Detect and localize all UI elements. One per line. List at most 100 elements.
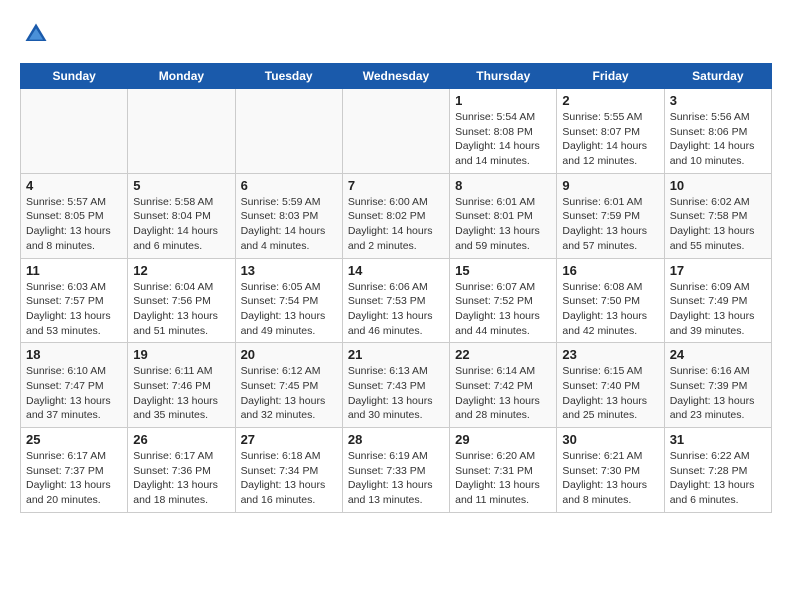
day-number: 21 <box>348 347 444 362</box>
day-number: 9 <box>562 178 658 193</box>
day-number: 11 <box>26 263 122 278</box>
day-cell-6: 6 Sunrise: 5:59 AMSunset: 8:03 PMDaylight… <box>235 173 342 258</box>
logo <box>20 20 50 53</box>
page-header <box>20 20 772 53</box>
day-number: 22 <box>455 347 551 362</box>
day-number: 8 <box>455 178 551 193</box>
week-row-1: 1 Sunrise: 5:54 AMSunset: 8:08 PMDaylight… <box>21 89 772 174</box>
day-info: Sunrise: 6:19 AMSunset: 7:33 PMDaylight:… <box>348 449 444 508</box>
day-cell-2: 2 Sunrise: 5:55 AMSunset: 8:07 PMDaylight… <box>557 89 664 174</box>
day-cell-10: 10 Sunrise: 6:02 AMSunset: 7:58 PMDayligh… <box>664 173 771 258</box>
day-cell-9: 9 Sunrise: 6:01 AMSunset: 7:59 PMDaylight… <box>557 173 664 258</box>
day-number: 30 <box>562 432 658 447</box>
day-cell-12: 12 Sunrise: 6:04 AMSunset: 7:56 PMDayligh… <box>128 258 235 343</box>
day-cell-15: 15 Sunrise: 6:07 AMSunset: 7:52 PMDayligh… <box>450 258 557 343</box>
day-cell-7: 7 Sunrise: 6:00 AMSunset: 8:02 PMDaylight… <box>342 173 449 258</box>
day-cell-31: 31 Sunrise: 6:22 AMSunset: 7:28 PMDayligh… <box>664 428 771 513</box>
day-cell-24: 24 Sunrise: 6:16 AMSunset: 7:39 PMDayligh… <box>664 343 771 428</box>
day-number: 12 <box>133 263 229 278</box>
week-row-2: 4 Sunrise: 5:57 AMSunset: 8:05 PMDaylight… <box>21 173 772 258</box>
empty-cell <box>342 89 449 174</box>
day-cell-25: 25 Sunrise: 6:17 AMSunset: 7:37 PMDayligh… <box>21 428 128 513</box>
day-cell-26: 26 Sunrise: 6:17 AMSunset: 7:36 PMDayligh… <box>128 428 235 513</box>
weekday-wednesday: Wednesday <box>342 64 449 89</box>
day-number: 13 <box>241 263 337 278</box>
day-number: 14 <box>348 263 444 278</box>
day-info: Sunrise: 6:20 AMSunset: 7:31 PMDaylight:… <box>455 449 551 508</box>
day-cell-11: 11 Sunrise: 6:03 AMSunset: 7:57 PMDayligh… <box>21 258 128 343</box>
day-number: 6 <box>241 178 337 193</box>
day-number: 3 <box>670 93 766 108</box>
week-row-3: 11 Sunrise: 6:03 AMSunset: 7:57 PMDayligh… <box>21 258 772 343</box>
day-number: 10 <box>670 178 766 193</box>
day-number: 16 <box>562 263 658 278</box>
day-info: Sunrise: 6:03 AMSunset: 7:57 PMDaylight:… <box>26 280 122 339</box>
day-number: 4 <box>26 178 122 193</box>
weekday-monday: Monday <box>128 64 235 89</box>
empty-cell <box>21 89 128 174</box>
weekday-saturday: Saturday <box>664 64 771 89</box>
day-cell-5: 5 Sunrise: 5:58 AMSunset: 8:04 PMDaylight… <box>128 173 235 258</box>
day-info: Sunrise: 6:13 AMSunset: 7:43 PMDaylight:… <box>348 364 444 423</box>
day-info: Sunrise: 6:09 AMSunset: 7:49 PMDaylight:… <box>670 280 766 339</box>
day-info: Sunrise: 6:01 AMSunset: 8:01 PMDaylight:… <box>455 195 551 254</box>
day-number: 17 <box>670 263 766 278</box>
day-info: Sunrise: 6:12 AMSunset: 7:45 PMDaylight:… <box>241 364 337 423</box>
weekday-sunday: Sunday <box>21 64 128 89</box>
day-info: Sunrise: 5:55 AMSunset: 8:07 PMDaylight:… <box>562 110 658 169</box>
day-info: Sunrise: 6:04 AMSunset: 7:56 PMDaylight:… <box>133 280 229 339</box>
week-row-4: 18Sunrise: 6:10 AMSunset: 7:47 PMDayligh… <box>21 343 772 428</box>
day-info: Sunrise: 6:22 AMSunset: 7:28 PMDaylight:… <box>670 449 766 508</box>
day-number: 26 <box>133 432 229 447</box>
day-cell-14: 14 Sunrise: 6:06 AMSunset: 7:53 PMDayligh… <box>342 258 449 343</box>
day-number: 19 <box>133 347 229 362</box>
calendar-table: SundayMondayTuesdayWednesdayThursdayFrid… <box>20 63 772 513</box>
day-number: 2 <box>562 93 658 108</box>
day-info: Sunrise: 6:00 AMSunset: 8:02 PMDaylight:… <box>348 195 444 254</box>
day-cell-29: 29Sunrise: 6:20 AMSunset: 7:31 PMDayligh… <box>450 428 557 513</box>
day-number: 7 <box>348 178 444 193</box>
day-info: Sunrise: 5:56 AMSunset: 8:06 PMDaylight:… <box>670 110 766 169</box>
day-info: Sunrise: 6:18 AMSunset: 7:34 PMDaylight:… <box>241 449 337 508</box>
day-info: Sunrise: 6:10 AMSunset: 7:47 PMDaylight:… <box>26 364 122 423</box>
day-info: Sunrise: 6:21 AMSunset: 7:30 PMDaylight:… <box>562 449 658 508</box>
day-info: Sunrise: 6:01 AMSunset: 7:59 PMDaylight:… <box>562 195 658 254</box>
day-cell-22: 22 Sunrise: 6:14 AMSunset: 7:42 PMDayligh… <box>450 343 557 428</box>
day-info: Sunrise: 5:54 AMSunset: 8:08 PMDaylight:… <box>455 110 551 169</box>
day-cell-3: 3 Sunrise: 5:56 AMSunset: 8:06 PMDaylight… <box>664 89 771 174</box>
week-row-5: 25 Sunrise: 6:17 AMSunset: 7:37 PMDayligh… <box>21 428 772 513</box>
day-number: 31 <box>670 432 766 447</box>
day-cell-23: 23Sunrise: 6:15 AMSunset: 7:40 PMDayligh… <box>557 343 664 428</box>
day-number: 24 <box>670 347 766 362</box>
day-info: Sunrise: 6:16 AMSunset: 7:39 PMDaylight:… <box>670 364 766 423</box>
day-info: Sunrise: 5:59 AMSunset: 8:03 PMDaylight:… <box>241 195 337 254</box>
day-info: Sunrise: 5:57 AMSunset: 8:05 PMDaylight:… <box>26 195 122 254</box>
empty-cell <box>235 89 342 174</box>
day-cell-30: 30 Sunrise: 6:21 AMSunset: 7:30 PMDayligh… <box>557 428 664 513</box>
day-info: Sunrise: 6:02 AMSunset: 7:58 PMDaylight:… <box>670 195 766 254</box>
day-info: Sunrise: 6:17 AMSunset: 7:36 PMDaylight:… <box>133 449 229 508</box>
weekday-header-row: SundayMondayTuesdayWednesdayThursdayFrid… <box>21 64 772 89</box>
day-number: 25 <box>26 432 122 447</box>
day-cell-20: 20Sunrise: 6:12 AMSunset: 7:45 PMDayligh… <box>235 343 342 428</box>
day-cell-27: 27Sunrise: 6:18 AMSunset: 7:34 PMDayligh… <box>235 428 342 513</box>
day-number: 28 <box>348 432 444 447</box>
day-info: Sunrise: 6:06 AMSunset: 7:53 PMDaylight:… <box>348 280 444 339</box>
day-info: Sunrise: 6:07 AMSunset: 7:52 PMDaylight:… <box>455 280 551 339</box>
day-info: Sunrise: 6:17 AMSunset: 7:37 PMDaylight:… <box>26 449 122 508</box>
day-info: Sunrise: 5:58 AMSunset: 8:04 PMDaylight:… <box>133 195 229 254</box>
day-cell-19: 19Sunrise: 6:11 AMSunset: 7:46 PMDayligh… <box>128 343 235 428</box>
day-info: Sunrise: 6:14 AMSunset: 7:42 PMDaylight:… <box>455 364 551 423</box>
logo-icon <box>22 20 50 48</box>
day-number: 5 <box>133 178 229 193</box>
weekday-thursday: Thursday <box>450 64 557 89</box>
day-number: 15 <box>455 263 551 278</box>
day-cell-4: 4 Sunrise: 5:57 AMSunset: 8:05 PMDaylight… <box>21 173 128 258</box>
weekday-tuesday: Tuesday <box>235 64 342 89</box>
day-number: 1 <box>455 93 551 108</box>
day-cell-17: 17 Sunrise: 6:09 AMSunset: 7:49 PMDayligh… <box>664 258 771 343</box>
day-cell-16: 16Sunrise: 6:08 AMSunset: 7:50 PMDayligh… <box>557 258 664 343</box>
day-cell-13: 13Sunrise: 6:05 AMSunset: 7:54 PMDayligh… <box>235 258 342 343</box>
weekday-friday: Friday <box>557 64 664 89</box>
empty-cell <box>128 89 235 174</box>
